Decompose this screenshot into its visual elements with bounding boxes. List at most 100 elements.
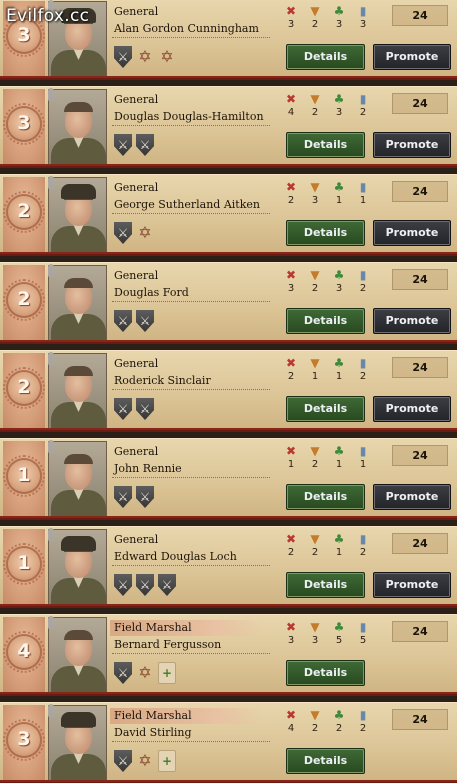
hair <box>64 102 93 112</box>
general-portrait[interactable] <box>48 529 107 606</box>
shield-trait-icon[interactable]: ⚔ <box>158 574 176 596</box>
add-trait-slot-icon[interactable]: + <box>158 662 176 684</box>
details-button[interactable]: Details <box>286 44 365 70</box>
promote-button[interactable]: Promote <box>373 220 451 246</box>
attack-stat[interactable]: ✖ 2 <box>282 533 300 559</box>
rank-emblem-icon: 4 <box>3 631 45 673</box>
details-button[interactable]: Details <box>286 748 365 774</box>
general-portrait[interactable] <box>48 353 107 430</box>
skill-level: 24 <box>392 533 448 554</box>
rank-number: 2 <box>17 200 31 222</box>
defense-stat[interactable]: ▼ 2 <box>306 269 324 295</box>
promote-button[interactable]: Promote <box>373 308 451 334</box>
details-button[interactable]: Details <box>286 308 365 334</box>
skill-level: 24 <box>392 93 448 114</box>
logistics-icon: ▮ <box>359 708 367 722</box>
shield-trait-icon[interactable]: ⚔ <box>136 398 154 420</box>
planning-value: 1 <box>335 547 343 558</box>
details-button[interactable]: Details <box>286 572 365 598</box>
planning-stat[interactable]: ♣ 3 <box>330 93 348 119</box>
general-portrait[interactable] <box>48 177 107 254</box>
promote-button[interactable]: Promote <box>373 132 451 158</box>
planning-stat[interactable]: ♣ 2 <box>330 708 348 735</box>
shield-trait-icon[interactable]: ⚔ <box>114 574 132 596</box>
attack-stat[interactable]: ✖ 1 <box>282 445 300 471</box>
promote-button[interactable]: Promote <box>373 44 451 70</box>
shield-trait-icon[interactable]: ⚔ <box>114 486 132 508</box>
shield-trait-icon[interactable]: ⚔ <box>136 310 154 332</box>
skill-level: 24 <box>392 709 448 730</box>
medal-trait-icon[interactable]: ✡ <box>136 46 154 68</box>
defense-stat[interactable]: ▼ 2 <box>306 709 324 735</box>
add-trait-slot-icon[interactable]: + <box>158 750 176 772</box>
shield-trait-icon[interactable]: ⚔ <box>114 398 132 420</box>
medal-trait-icon[interactable]: ✡ <box>136 750 154 772</box>
planning-stat[interactable]: ♣ 1 <box>330 533 348 559</box>
planning-stat[interactable]: ♣ 1 <box>330 181 348 207</box>
shield-trait-icon[interactable]: ⚔ <box>114 134 132 156</box>
details-button[interactable]: Details <box>286 132 365 158</box>
general-rank-title: General <box>114 357 159 370</box>
shield-trait-icon[interactable]: ⚔ <box>114 310 132 332</box>
general-portrait[interactable] <box>48 89 107 166</box>
details-button[interactable]: Details <box>286 396 365 422</box>
general-portrait[interactable] <box>48 705 107 782</box>
logistics-value: 1 <box>359 195 367 206</box>
medal-trait-icon[interactable]: ✡ <box>158 46 176 68</box>
planning-stat[interactable]: ♣ 5 <box>330 621 348 647</box>
promote-button[interactable]: Promote <box>373 572 451 598</box>
attack-stat[interactable]: ✖ 3 <box>282 269 300 295</box>
shield-trait-icon[interactable]: ⚔ <box>114 46 132 68</box>
planning-stat[interactable]: ♣ 1 <box>330 445 348 471</box>
shield-trait-icon[interactable]: ⚔ <box>136 574 154 596</box>
medal-trait-icon[interactable]: ✡ <box>136 222 154 244</box>
shield-trait-icon[interactable]: ⚔ <box>114 222 132 244</box>
logistics-value: 1 <box>359 459 367 470</box>
defense-stat[interactable]: ▼ 2 <box>306 93 324 119</box>
logistics-stat[interactable]: ▮ 2 <box>354 357 372 383</box>
defense-stat[interactable]: ▼ 3 <box>306 181 324 207</box>
planning-stat[interactable]: ♣ 3 <box>330 5 348 31</box>
logistics-icon: ▮ <box>359 92 367 106</box>
attack-stat[interactable]: ✖ 4 <box>282 93 300 119</box>
logistics-stat[interactable]: ▮ 2 <box>354 533 372 559</box>
planning-icon: ♣ <box>333 708 345 722</box>
general-portrait[interactable] <box>48 265 107 342</box>
attack-stat[interactable]: ✖ 4 <box>282 709 300 735</box>
defense-stat[interactable]: ▼ 2 <box>306 445 324 471</box>
planning-stat[interactable]: ♣ 1 <box>330 357 348 383</box>
defense-stat[interactable]: ▼ 2 <box>306 533 324 559</box>
shield-trait-icon[interactable]: ⚔ <box>114 662 132 684</box>
attack-stat[interactable]: ✖ 3 <box>282 5 300 31</box>
defense-stat[interactable]: ▼ 3 <box>306 621 324 647</box>
promote-button[interactable]: Promote <box>373 396 451 422</box>
logistics-stat[interactable]: ▮ 1 <box>354 181 372 207</box>
general-portrait[interactable] <box>48 617 107 694</box>
medal-trait-icon[interactable]: ✡ <box>136 662 154 684</box>
defense-stat[interactable]: ▼ 1 <box>306 357 324 383</box>
shield-trait-icon[interactable]: ⚔ <box>136 134 154 156</box>
defense-stat[interactable]: ▼ 2 <box>306 5 324 31</box>
logistics-stat[interactable]: ▮ 1 <box>354 445 372 471</box>
shield-trait-icon[interactable]: ⚔ <box>136 486 154 508</box>
attack-stat[interactable]: ✖ 2 <box>282 181 300 207</box>
general-portrait[interactable] <box>48 441 107 518</box>
logistics-value: 2 <box>359 547 367 558</box>
promote-button[interactable]: Promote <box>373 484 451 510</box>
logistics-stat[interactable]: ▮ 3 <box>354 5 372 31</box>
planning-value: 5 <box>335 635 343 646</box>
planning-stat[interactable]: ♣ 3 <box>330 269 348 295</box>
logistics-stat[interactable]: ▮ 2 <box>354 708 372 735</box>
shield-trait-icon[interactable]: ⚔ <box>114 750 132 772</box>
attack-stat[interactable]: ✖ 2 <box>282 357 300 383</box>
details-button[interactable]: Details <box>286 660 365 686</box>
logistics-value: 3 <box>359 19 367 30</box>
details-button[interactable]: Details <box>286 484 365 510</box>
attack-stat[interactable]: ✖ 3 <box>282 621 300 647</box>
logistics-stat[interactable]: ▮ 2 <box>354 92 372 119</box>
details-button[interactable]: Details <box>286 220 365 246</box>
logistics-stat[interactable]: ▮ 5 <box>354 621 372 647</box>
divider <box>112 741 270 742</box>
attack-value: 3 <box>287 19 295 30</box>
logistics-stat[interactable]: ▮ 2 <box>354 269 372 295</box>
